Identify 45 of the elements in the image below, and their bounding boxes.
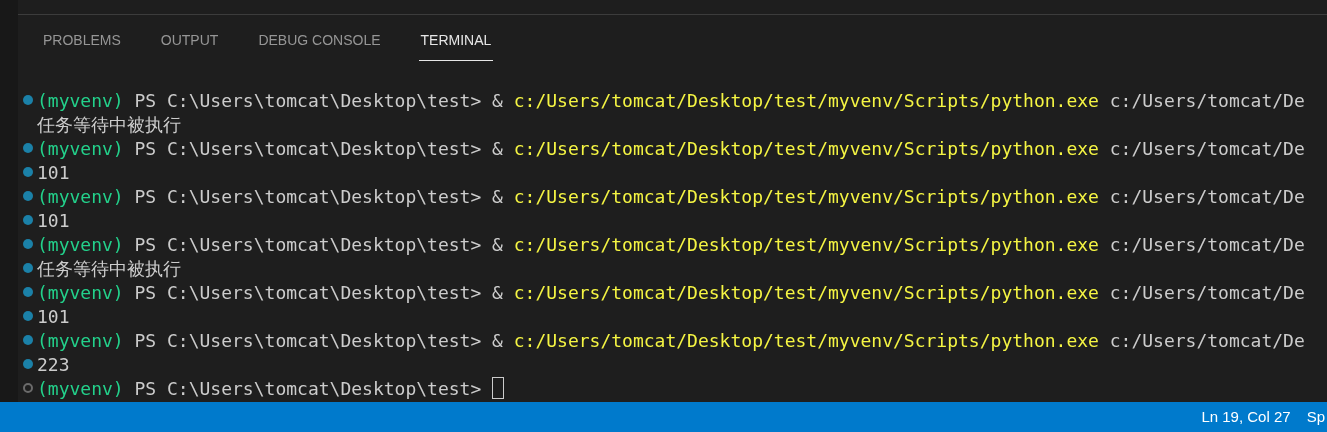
- prompt-path: PS C:\Users\tomcat\Desktop\test>: [134, 88, 482, 113]
- argument-path: c:/Users/tomcat/De: [1109, 88, 1305, 113]
- panel-tab[interactable]: PROBLEMS: [41, 30, 123, 61]
- call-operator: &: [492, 280, 503, 305]
- argument-path: c:/Users/tomcat/De: [1109, 280, 1305, 305]
- argument-path: c:/Users/tomcat/De: [1109, 184, 1305, 209]
- program-path: c:/Users/tomcat/Desktop/test/myvenv/Scripts/python.exe: [513, 280, 1099, 305]
- output-text: 101: [37, 304, 70, 329]
- status-item[interactable]: Sp: [1306, 405, 1325, 429]
- output-text: 任务等待中被执行: [37, 112, 181, 137]
- prompt-path: PS C:\Users\tomcat\Desktop\test>: [134, 280, 482, 305]
- call-operator: &: [492, 328, 503, 353]
- call-operator: &: [492, 88, 503, 113]
- env-name: (myvenv): [37, 328, 124, 353]
- env-name: (myvenv): [37, 232, 124, 257]
- program-path: c:/Users/tomcat/Desktop/test/myvenv/Scripts/python.exe: [513, 88, 1099, 113]
- status-item[interactable]: Ln 19, Col 27: [1201, 405, 1291, 429]
- prompt-path: PS C:\Users\tomcat\Desktop\test>: [134, 232, 482, 257]
- env-name: (myvenv): [37, 280, 124, 305]
- argument-path: c:/Users/tomcat/De: [1109, 136, 1305, 161]
- call-operator: &: [492, 136, 503, 161]
- argument-path: c:/Users/tomcat/De: [1109, 232, 1305, 257]
- program-path: c:/Users/tomcat/Desktop/test/myvenv/Scripts/python.exe: [513, 232, 1099, 257]
- program-path: c:/Users/tomcat/Desktop/test/myvenv/Scripts/python.exe: [513, 136, 1099, 161]
- env-name: (myvenv): [37, 376, 124, 401]
- text-cursor: [492, 377, 505, 399]
- panel-tab[interactable]: OUTPUT: [158, 30, 221, 61]
- env-name: (myvenv): [37, 184, 124, 209]
- call-operator: &: [492, 232, 503, 257]
- output-text: 101: [37, 160, 70, 185]
- prompt-path: PS C:\Users\tomcat\Desktop\test>: [134, 184, 482, 209]
- panel-tab[interactable]: DEBUG CONSOLE: [256, 30, 383, 61]
- output-text: 101: [37, 208, 70, 233]
- argument-path: c:/Users/tomcat/De: [1109, 328, 1305, 353]
- output-text: 任务等待中被执行: [37, 256, 181, 281]
- program-path: c:/Users/tomcat/Desktop/test/myvenv/Scripts/python.exe: [513, 184, 1099, 209]
- program-path: c:/Users/tomcat/Desktop/test/myvenv/Scripts/python.exe: [513, 328, 1099, 353]
- env-name: (myvenv): [37, 136, 124, 161]
- panel-tab[interactable]: TERMINAL: [418, 30, 494, 61]
- env-name: (myvenv): [37, 88, 124, 113]
- output-text: 223: [37, 352, 70, 377]
- call-operator: &: [492, 184, 503, 209]
- prompt-path: PS C:\Users\tomcat\Desktop\test>: [134, 328, 482, 353]
- prompt-path: PS C:\Users\tomcat\Desktop\test>: [134, 376, 482, 401]
- prompt-path: PS C:\Users\tomcat\Desktop\test>: [134, 136, 482, 161]
